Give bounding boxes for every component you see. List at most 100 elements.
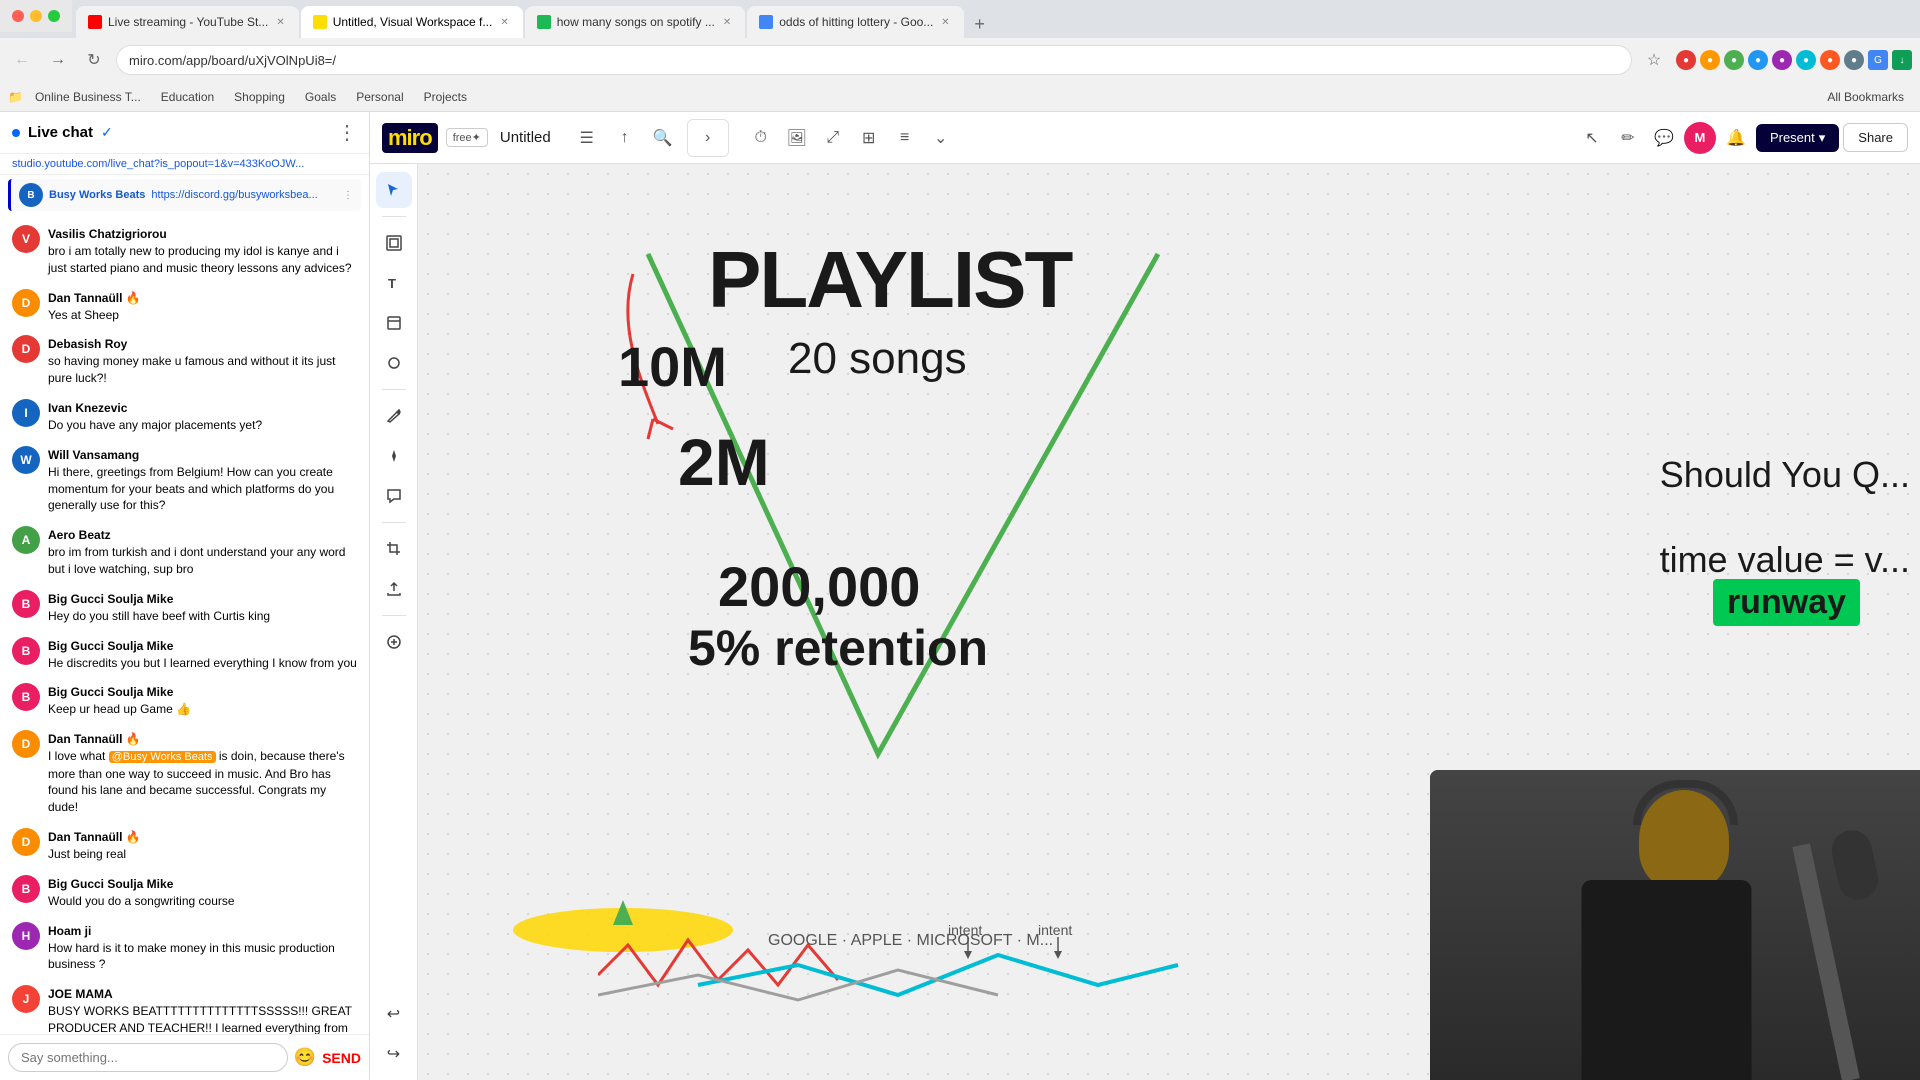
- message-content: Will Vansamang Hi there, greetings from …: [48, 446, 357, 514]
- crop-tool[interactable]: [376, 531, 412, 567]
- nav-left-button[interactable]: ›: [692, 122, 724, 154]
- bookmark-projects[interactable]: Projects: [416, 88, 475, 106]
- address-bar-row: ← → ↻ miro.com/app/board/uXjVOlNpUi8=/ ☆…: [0, 38, 1920, 82]
- cursor-tool-button[interactable]: ↖: [1576, 122, 1608, 154]
- sender-name: Big Gucci Soulja Mike: [48, 877, 173, 891]
- stat-2m: 2M: [678, 424, 770, 500]
- pinned-link[interactable]: https://discord.gg/busyworksbea...: [151, 189, 317, 201]
- sender-name: Big Gucci Soulja Mike: [48, 685, 173, 699]
- reload-button[interactable]: ↻: [80, 46, 108, 74]
- traffic-lights: [0, 0, 72, 32]
- chat-options-button[interactable]: ⋮: [337, 120, 357, 145]
- message-content: Ivan Knezevic Do you have any major plac…: [48, 399, 357, 434]
- message-text: bro im from turkish and i dont understan…: [48, 544, 357, 578]
- extension-6[interactable]: ●: [1796, 50, 1816, 70]
- redo-button[interactable]: ↪: [376, 1036, 412, 1072]
- extension-3[interactable]: ●: [1724, 50, 1744, 70]
- sticky-tool[interactable]: [376, 305, 412, 341]
- tab-youtube-close[interactable]: ✕: [274, 15, 286, 30]
- export-button[interactable]: ↑: [609, 122, 641, 154]
- mention-highlight: @Busy Works Beats: [109, 751, 216, 763]
- extension-4[interactable]: ●: [1748, 50, 1768, 70]
- tab-google-label: odds of hitting lottery - Goo...: [779, 15, 933, 29]
- extension-1[interactable]: ●: [1676, 50, 1696, 70]
- address-input[interactable]: miro.com/app/board/uXjVOlNpUi8=/: [116, 45, 1632, 75]
- more-options-button[interactable]: ⌄: [925, 122, 957, 154]
- emoji-button[interactable]: 😊: [294, 1047, 316, 1068]
- extension-9[interactable]: G: [1868, 50, 1888, 70]
- marker-tool[interactable]: [376, 438, 412, 474]
- tab-miro[interactable]: Untitled, Visual Workspace f... ✕: [301, 6, 523, 38]
- menu-button[interactable]: ☰: [571, 122, 603, 154]
- comment-tool[interactable]: [376, 478, 412, 514]
- present-button[interactable]: Present ▾: [1756, 124, 1839, 152]
- bookmark-label: Goals: [305, 90, 336, 104]
- forward-button[interactable]: →: [44, 46, 72, 74]
- maximize-window-button[interactable]: [48, 10, 60, 22]
- notes-button[interactable]: ≡: [889, 122, 921, 154]
- message-text: Do you have any major placements yet?: [48, 417, 357, 434]
- pinned-menu[interactable]: ⋮: [343, 190, 353, 201]
- nav-arrows-group: ›: [687, 119, 729, 157]
- new-tab-button[interactable]: +: [966, 10, 994, 38]
- tab-miro-close[interactable]: ✕: [498, 15, 510, 30]
- board-title[interactable]: Untitled: [500, 129, 551, 146]
- tab-google[interactable]: odds of hitting lottery - Goo... ✕: [747, 6, 963, 38]
- bookmark-education[interactable]: Education: [153, 88, 222, 106]
- extension-5[interactable]: ●: [1772, 50, 1792, 70]
- upload-tool[interactable]: [376, 571, 412, 607]
- miro-right-icons: ↖ ✏ 💬 M 🔔 Present ▾ Share: [1576, 122, 1908, 154]
- extension-10[interactable]: ↓: [1892, 50, 1912, 70]
- message-text: Yes at Sheep: [48, 307, 357, 324]
- message-content: Hoam ji How hard is it to make money in …: [48, 922, 357, 974]
- notifications-button[interactable]: 🔔: [1720, 122, 1752, 154]
- extension-2[interactable]: ●: [1700, 50, 1720, 70]
- minimize-window-button[interactable]: [30, 10, 42, 22]
- miro-topbar: miro free✦ Untitled ☰ ↑ 🔍 › ⏱ 🖼 ⤢ ⊞ ≡ ⌄: [370, 112, 1920, 164]
- tab-google-close[interactable]: ✕: [939, 15, 951, 30]
- shapes-tool[interactable]: [376, 345, 412, 381]
- pen-tool[interactable]: [376, 398, 412, 434]
- extension-8[interactable]: ●: [1844, 50, 1864, 70]
- tab-youtube[interactable]: Live streaming - YouTube St... ✕: [76, 6, 299, 38]
- draw-tool-button[interactable]: ✏: [1612, 122, 1644, 154]
- history-button[interactable]: ⏱: [745, 122, 777, 154]
- share-button[interactable]: Share: [1843, 123, 1908, 152]
- frames-tool[interactable]: [376, 225, 412, 261]
- bookmark-goals[interactable]: Goals: [297, 88, 344, 106]
- back-button[interactable]: ←: [8, 46, 36, 74]
- bookmark-personal[interactable]: Personal: [348, 88, 411, 106]
- bookmark-label: Shopping: [234, 90, 285, 104]
- undo-button[interactable]: ↩: [376, 996, 412, 1032]
- message-text: Hi there, greetings from Belgium! How ca…: [48, 464, 357, 514]
- chat-message: D Dan Tannaüll 🔥 Just being real: [0, 822, 369, 869]
- chat-message: I Ivan Knezevic Do you have any major pl…: [0, 393, 369, 440]
- fullscreen-button[interactable]: ⤢: [817, 122, 849, 154]
- chat-message: B Big Gucci Soulja Mike Hey do you still…: [0, 584, 369, 631]
- bookmark-online-business[interactable]: Online Business T...: [27, 88, 149, 106]
- comment-tool-button[interactable]: 💬: [1648, 122, 1680, 154]
- message-content: JOE MAMA BUSY WORKS BEATTTTTTTTTTTTTTSSS…: [48, 985, 357, 1034]
- table-button[interactable]: ⊞: [853, 122, 885, 154]
- chat-input[interactable]: [8, 1043, 288, 1072]
- extension-7[interactable]: ●: [1820, 50, 1840, 70]
- close-window-button[interactable]: [12, 10, 24, 22]
- cursor-tool[interactable]: [376, 172, 412, 208]
- sender-name: Hoam ji: [48, 924, 91, 938]
- miro-canvas[interactable]: PLAYLIST 20 songs 10M 2M 200,000 5% rete…: [418, 164, 1920, 1080]
- bookmark-shopping[interactable]: Shopping: [226, 88, 293, 106]
- preview-button[interactable]: 🖼: [781, 122, 813, 154]
- chat-send-button[interactable]: SEND: [322, 1050, 361, 1066]
- chat-message: D Debasish Roy so having money make u fa…: [0, 329, 369, 393]
- add-tool[interactable]: [376, 624, 412, 660]
- text-tool[interactable]: T: [376, 265, 412, 301]
- user-avatar-button[interactable]: M: [1684, 122, 1716, 154]
- search-button[interactable]: 🔍: [647, 122, 679, 154]
- sender-name: Dan Tannaüll 🔥: [48, 291, 141, 305]
- all-bookmarks[interactable]: All Bookmarks: [1819, 88, 1912, 106]
- left-toolbar: T: [370, 164, 418, 1080]
- tab-spotify-close[interactable]: ✕: [721, 15, 733, 30]
- bookmark-star[interactable]: ☆: [1640, 46, 1668, 74]
- tab-spotify[interactable]: how many songs on spotify ... ✕: [525, 6, 745, 38]
- bookmark-label: Education: [161, 90, 214, 104]
